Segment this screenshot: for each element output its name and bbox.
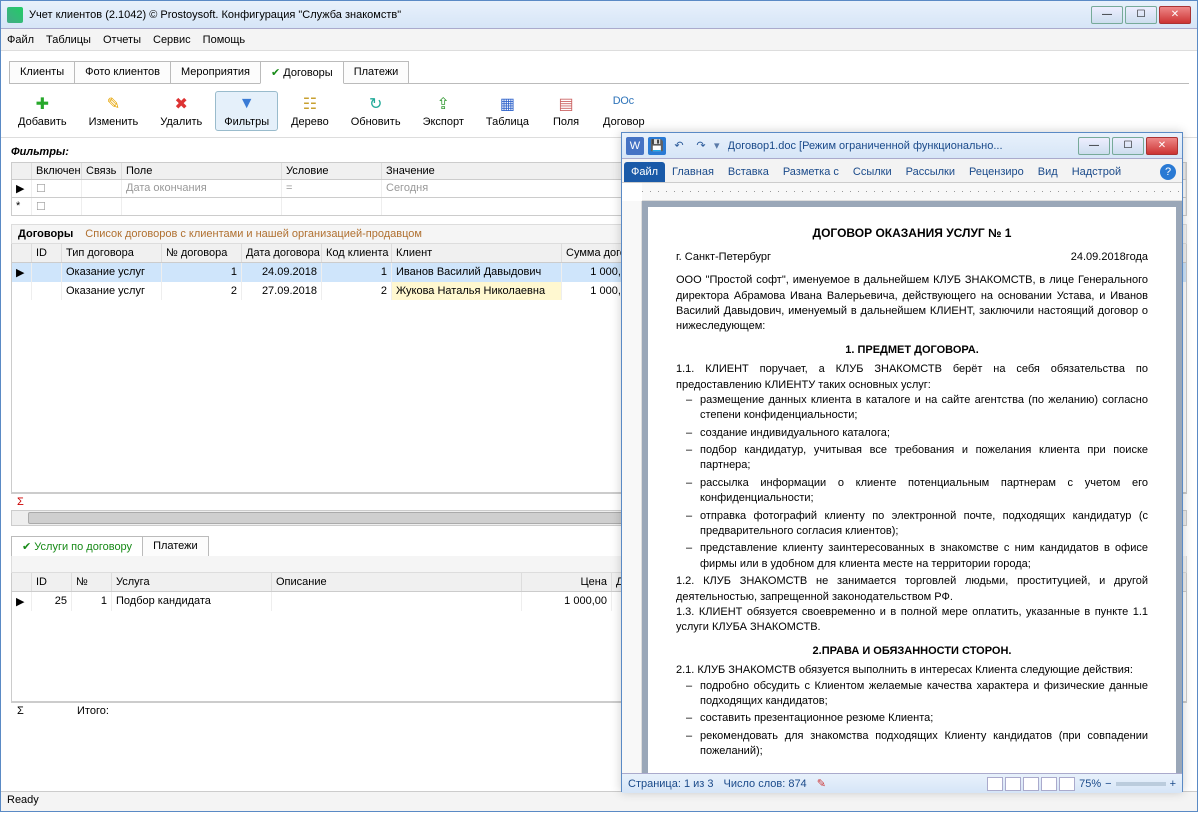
zoom-out-icon[interactable]: − [1105,778,1111,790]
doc-sec1: 1. ПРЕДМЕТ ДОГОВОРА. [676,343,1148,358]
tab-photos[interactable]: Фото клиентов [74,61,171,84]
word-count[interactable]: Число слов: 874 [724,778,807,790]
table-icon: ▦ [497,94,517,114]
doc-intro: ООО "Простой софт", именуемое в дальнейш… [676,273,1148,335]
menu-reports[interactable]: Отчеты [103,34,141,46]
view-draft-icon[interactable] [1059,777,1075,791]
ribbon-file[interactable]: Файл [624,162,665,182]
help-icon[interactable]: ? [1160,164,1176,180]
view-web-icon[interactable] [1023,777,1039,791]
page-count[interactable]: Страница: 1 из 3 [628,778,714,790]
tab-events[interactable]: Мероприятия [170,61,261,84]
refresh-icon: ↻ [366,94,386,114]
menu-tables[interactable]: Таблицы [46,34,91,46]
filter-icon: ▼ [237,94,257,114]
edit-button[interactable]: ✎Изменить [80,91,148,131]
ribbon-mailings[interactable]: Рассылки [899,162,962,182]
word-close-button[interactable]: ✕ [1146,137,1178,155]
edit-icon: ✎ [103,94,123,114]
subtab-payments[interactable]: Платежи [142,536,209,556]
doc-city: г. Санкт-Петербург [676,250,771,265]
doc-title: ДОГОВОР ОКАЗАНИЯ УСЛУГ № 1 [676,225,1148,242]
filters-button[interactable]: ▼Фильтры [215,91,278,131]
menu-help[interactable]: Помощь [203,34,246,46]
zoom-level[interactable]: 75% [1079,778,1101,790]
menu-service[interactable]: Сервис [153,34,191,46]
main-tabs: Клиенты Фото клиентов Мероприятия Догово… [1,51,1197,84]
tab-contracts[interactable]: Договоры [260,61,344,84]
doc-icon: ᴰᴼᶜ [614,94,634,114]
subtab-services[interactable]: Услуги по договору [11,536,143,556]
menu-file[interactable]: Файл [7,34,34,46]
view-print-icon[interactable] [987,777,1003,791]
zoom-in-icon[interactable]: + [1170,778,1176,790]
refresh-button[interactable]: ↻Обновить [342,91,410,131]
ribbon-addins[interactable]: Надстрой [1065,162,1128,182]
word-maximize-button[interactable]: ☐ [1112,137,1144,155]
word-statusbar: Страница: 1 из 3 Число слов: 874 ✎ 75% −… [622,773,1182,793]
spellcheck-icon[interactable]: ✎ [817,777,826,790]
table-button[interactable]: ▦Таблица [477,91,538,131]
add-button[interactable]: ✚Добавить [9,91,76,131]
ribbon-home[interactable]: Главная [665,162,721,182]
view-outline-icon[interactable] [1041,777,1057,791]
word-titlebar[interactable]: W 💾 ↶ ↷ ▾ Договор1.doc [Режим ограниченн… [622,133,1182,159]
ribbon-layout[interactable]: Разметка с [776,162,846,182]
word-horizontal-ruler[interactable] [642,183,1182,201]
app-titlebar[interactable]: Учет клиентов (2.1042) © Prostoysoft. Ко… [1,1,1197,29]
doc-date: 24.09.2018года [1071,250,1148,265]
add-icon: ✚ [32,94,52,114]
ribbon-view[interactable]: Вид [1031,162,1065,182]
word-page-area[interactable]: ДОГОВОР ОКАЗАНИЯ УСЛУГ № 1 г. Санкт-Пете… [642,201,1182,773]
toolbar: ✚Добавить ✎Изменить ✖Удалить ▼Фильтры ☷Д… [1,85,1197,138]
undo-icon[interactable]: ↶ [670,137,688,155]
tree-button[interactable]: ☷Дерево [282,91,338,131]
word-minimize-button[interactable]: — [1078,137,1110,155]
save-icon[interactable]: 💾 [648,137,666,155]
statusbar: Ready [1,791,1197,811]
ribbon-references[interactable]: Ссылки [846,162,899,182]
redo-icon[interactable]: ↷ [692,137,710,155]
word-title: Договор1.doc [Режим ограниченной функцио… [728,140,1078,152]
zoom-slider[interactable] [1116,782,1166,786]
word-app-icon: W [626,137,644,155]
ribbon-review[interactable]: Рецензиро [962,162,1031,182]
maximize-button[interactable]: ☐ [1125,6,1157,24]
app-title: Учет клиентов (2.1042) © Prostoysoft. Ко… [29,9,1091,21]
tab-clients[interactable]: Клиенты [9,61,75,84]
tree-icon: ☷ [300,94,320,114]
delete-button[interactable]: ✖Удалить [151,91,211,131]
word-document[interactable]: ДОГОВОР ОКАЗАНИЯ УСЛУГ № 1 г. Санкт-Пете… [648,207,1176,773]
export-icon: ⇪ [433,94,453,114]
ribbon-insert[interactable]: Вставка [721,162,776,182]
menubar: Файл Таблицы Отчеты Сервис Помощь [1,29,1197,51]
word-window: W 💾 ↶ ↷ ▾ Договор1.doc [Режим ограниченн… [621,132,1183,792]
doc-sec2: 2.ПРАВА И ОБЯЗАННОСТИ СТОРОН. [676,644,1148,659]
fields-icon: ▤ [556,94,576,114]
contract-button[interactable]: ᴰᴼᶜДоговор [594,91,654,131]
fields-button[interactable]: ▤Поля [542,91,590,131]
minimize-button[interactable]: — [1091,6,1123,24]
word-ribbon: Файл Главная Вставка Разметка с Ссылки Р… [622,159,1182,183]
app-icon [7,7,23,23]
word-vertical-ruler[interactable] [622,201,642,773]
tab-payments[interactable]: Платежи [343,61,410,84]
close-button[interactable]: ✕ [1159,6,1191,24]
view-read-icon[interactable] [1005,777,1021,791]
export-button[interactable]: ⇪Экспорт [414,91,473,131]
delete-icon: ✖ [171,94,191,114]
